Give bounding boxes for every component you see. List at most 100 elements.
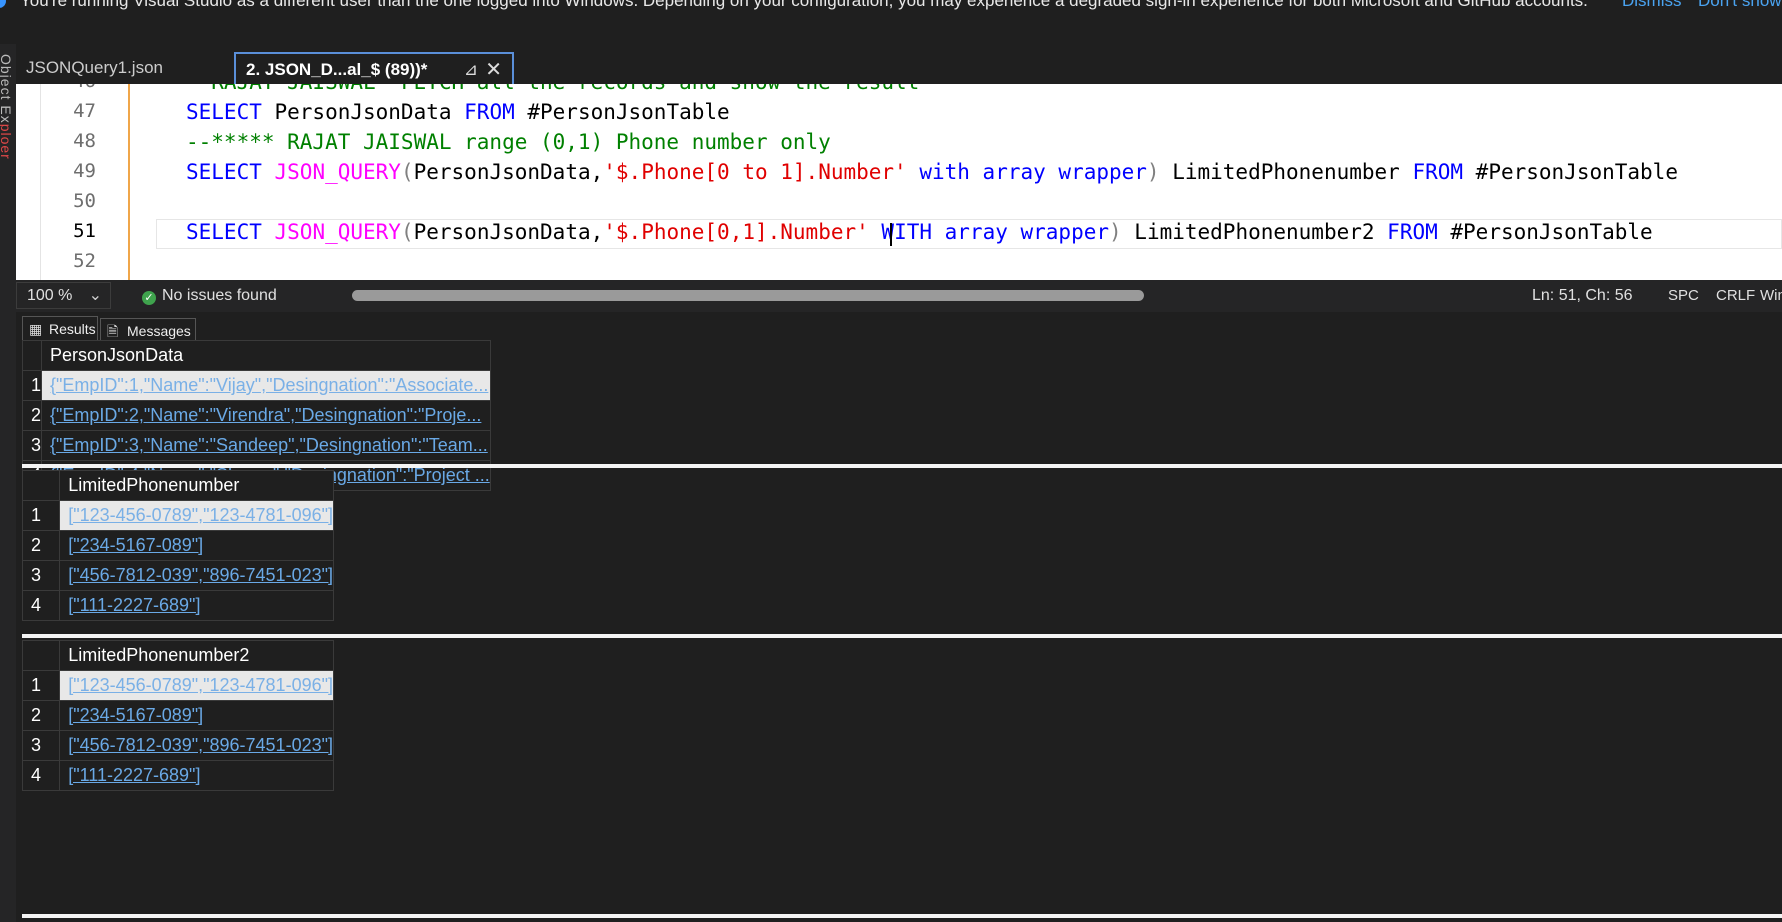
table-row: 2 ["234-5167-089"] [21, 530, 334, 561]
column-header[interactable]: LimitedPhonenumber [59, 470, 334, 501]
table-row: 3 ["456-7812-039","896-7451-023"] [21, 560, 334, 591]
sql-code-editor[interactable]: 46 47 48 49 50 51 52 --RAJAT JAISWAL FET… [16, 84, 1782, 280]
horizontal-scrollbar-thumb[interactable] [352, 290, 1144, 301]
row-number[interactable]: 2 [21, 700, 61, 731]
issues-text: No issues found [162, 287, 277, 304]
code-line-46: --RAJAT JAISWAL FETCH all the records an… [186, 84, 919, 94]
cell-value[interactable]: ["456-7812-039","896-7451-023"] [59, 560, 334, 591]
grid-separator[interactable] [22, 464, 1782, 468]
tab-results-label: Results [49, 321, 96, 337]
signin-info-bar: You're running Visual Studio as a differ… [0, 0, 1782, 45]
json-link[interactable]: ["234-5167-089"] [68, 705, 203, 725]
column-header[interactable]: LimitedPhonenumber2 [59, 640, 334, 671]
object-explorer-label[interactable]: Object Exploer [0, 54, 14, 160]
cell-value[interactable]: {"EmpID":3,"Name":"Sandeep","Desingnatio… [41, 430, 491, 461]
line-number: 49 [73, 160, 96, 182]
json-link[interactable]: ["234-5167-089"] [68, 535, 203, 555]
row-number-header [21, 640, 61, 671]
table-row: 4 ["111-2227-689"] [21, 760, 334, 791]
row-number[interactable]: 3 [21, 430, 43, 461]
editor-status-bar: 100 % ⌄ ✓ No issues found Ln: 51, Ch: 56 S… [16, 280, 1782, 312]
tab-label: 2. JSON_D...al_$ (89))* [246, 60, 428, 79]
tab-json-query-active[interactable]: 2. JSON_D...al_$ (89))* ⊿ ✕ [234, 52, 514, 84]
line-number: 46 [40, 84, 96, 92]
row-number[interactable]: 2 [21, 400, 43, 431]
row-number-header [21, 470, 61, 501]
editor-margin [16, 84, 41, 280]
table-row: 3 ["456-7812-039","896-7451-023"] [21, 730, 334, 761]
dismiss-link[interactable]: Dismiss [1622, 0, 1682, 14]
cell-value[interactable]: ["234-5167-089"] [59, 530, 334, 561]
json-link[interactable]: {"EmpID":3,"Name":"Sandeep","Desingnatio… [50, 435, 488, 455]
line-number: 48 [73, 130, 96, 152]
cell-value[interactable]: {"EmpID":2,"Name":"Virendra","Desingnati… [41, 400, 491, 431]
grid-separator[interactable] [22, 634, 1782, 638]
cell-value[interactable]: ["456-7812-039","896-7451-023"] [59, 730, 334, 761]
json-link[interactable]: ["111-2227-689"] [68, 765, 200, 785]
json-link[interactable]: {"EmpID":1,"Name":"Vijay","Desingnation"… [50, 375, 488, 395]
result-grid-2: LimitedPhonenumber 1 ["123-456-0789","123… [21, 470, 334, 621]
json-link[interactable]: ["111-2227-689"] [68, 595, 200, 615]
json-link[interactable]: ["123-456-0789","123-4781-096"] [68, 505, 332, 525]
result-grid-3: LimitedPhonenumber2 1 ["123-456-0789","12… [21, 640, 334, 791]
line-number-current: 51 [73, 220, 96, 242]
cell-value[interactable]: ["123-456-0789","123-4781-096"] [59, 500, 334, 531]
row-number[interactable]: 1 [21, 500, 61, 531]
json-link[interactable]: {"EmpID":2,"Name":"Virendra","Desingnati… [50, 405, 481, 425]
row-number[interactable]: 4 [21, 590, 61, 621]
issues-indicator[interactable]: ✓ No issues found [142, 280, 277, 312]
pin-icon[interactable]: ⊿ [464, 54, 478, 86]
object-explorer-strip[interactable]: Object Exploer [0, 44, 16, 922]
cell-value[interactable]: ["111-2227-689"] [59, 760, 334, 791]
row-number[interactable]: 4 [21, 760, 61, 791]
cell-value[interactable]: ["111-2227-689"] [59, 590, 334, 621]
whitespace-indicator[interactable]: SPC [1668, 280, 1699, 312]
cell-value[interactable]: ["234-5167-089"] [59, 700, 334, 731]
tab-messages-label: Messages [127, 323, 191, 339]
info-icon [0, 0, 6, 8]
cursor-position: Ln: 51, Ch: 56 [1532, 287, 1633, 304]
grid-separator[interactable] [22, 914, 1782, 918]
code-line-49: SELECT JSON_QUERY(PersonJsonData,'$.Phon… [186, 160, 1678, 184]
chevron-down-icon: ⌄ [88, 287, 102, 304]
row-number-header [21, 340, 43, 371]
row-number[interactable]: 3 [21, 560, 61, 591]
encoding-indicator[interactable]: Windo [1760, 280, 1782, 312]
line-number: 47 [73, 100, 96, 122]
json-link[interactable]: ["456-7812-039","896-7451-023"] [68, 565, 332, 585]
dont-show-link[interactable]: Don't show [1698, 0, 1782, 14]
code-line-51: SELECT JSON_QUERY(PersonJsonData,'$.Phon… [186, 220, 1653, 244]
json-link[interactable]: ["456-7812-039","896-7451-023"] [68, 735, 332, 755]
code-line-47: SELECT PersonJsonData FROM #PersonJsonTa… [186, 100, 730, 124]
check-circle-icon: ✓ [142, 291, 156, 305]
line-number: 50 [73, 190, 96, 212]
row-number[interactable]: 1 [21, 670, 61, 701]
json-link[interactable]: ["123-456-0789","123-4781-096"] [68, 675, 332, 695]
line-number: 52 [73, 250, 96, 272]
row-number[interactable]: 1 [21, 370, 43, 401]
table-row: 1 {"EmpID":1,"Name":"Vijay","Desingnation… [21, 370, 491, 401]
close-icon[interactable]: ✕ [485, 54, 502, 86]
table-row: 3 {"EmpID":3,"Name":"Sandeep","Desingnati… [21, 430, 491, 461]
row-number[interactable]: 2 [21, 530, 61, 561]
cell-value[interactable]: ["123-456-0789","123-4781-096"] [59, 670, 334, 701]
text-caret [890, 223, 892, 246]
zoom-value: 100 % [27, 287, 73, 304]
tab-jsonquery1[interactable]: JSONQuery1.json [16, 52, 232, 84]
table-row: 4 ["111-2227-689"] [21, 590, 334, 621]
row-number[interactable]: 3 [21, 730, 61, 761]
code-line-48: --***** RAJAT JAISWAL range (0,1) Phone … [186, 130, 831, 154]
tab-messages[interactable]: 🗎 Messages [100, 318, 196, 342]
column-header[interactable]: PersonJsonData [41, 340, 491, 371]
tab-results[interactable]: ▦ Results [22, 316, 98, 340]
document-tab-bar: JSONQuery1.json 2. JSON_D...al_$ (89))* … [16, 44, 1782, 84]
zoom-dropdown[interactable]: 100 % ⌄ [16, 282, 111, 309]
table-row: 2 {"EmpID":2,"Name":"Virendra","Desingnat… [21, 400, 491, 431]
cell-value[interactable]: {"EmpID":1,"Name":"Vijay","Desingnation"… [41, 370, 491, 401]
grid-icon: ▦ [29, 321, 43, 337]
table-row: 2 ["234-5167-089"] [21, 700, 334, 731]
signin-warning-text: You're running Visual Studio as a differ… [20, 0, 1588, 10]
table-row: 1 ["123-456-0789","123-4781-096"] [21, 670, 334, 701]
result-grid-1: PersonJsonData 1 {"EmpID":1,"Name":"Vijay… [21, 340, 491, 491]
line-ending-indicator[interactable]: CRLF [1716, 280, 1755, 312]
